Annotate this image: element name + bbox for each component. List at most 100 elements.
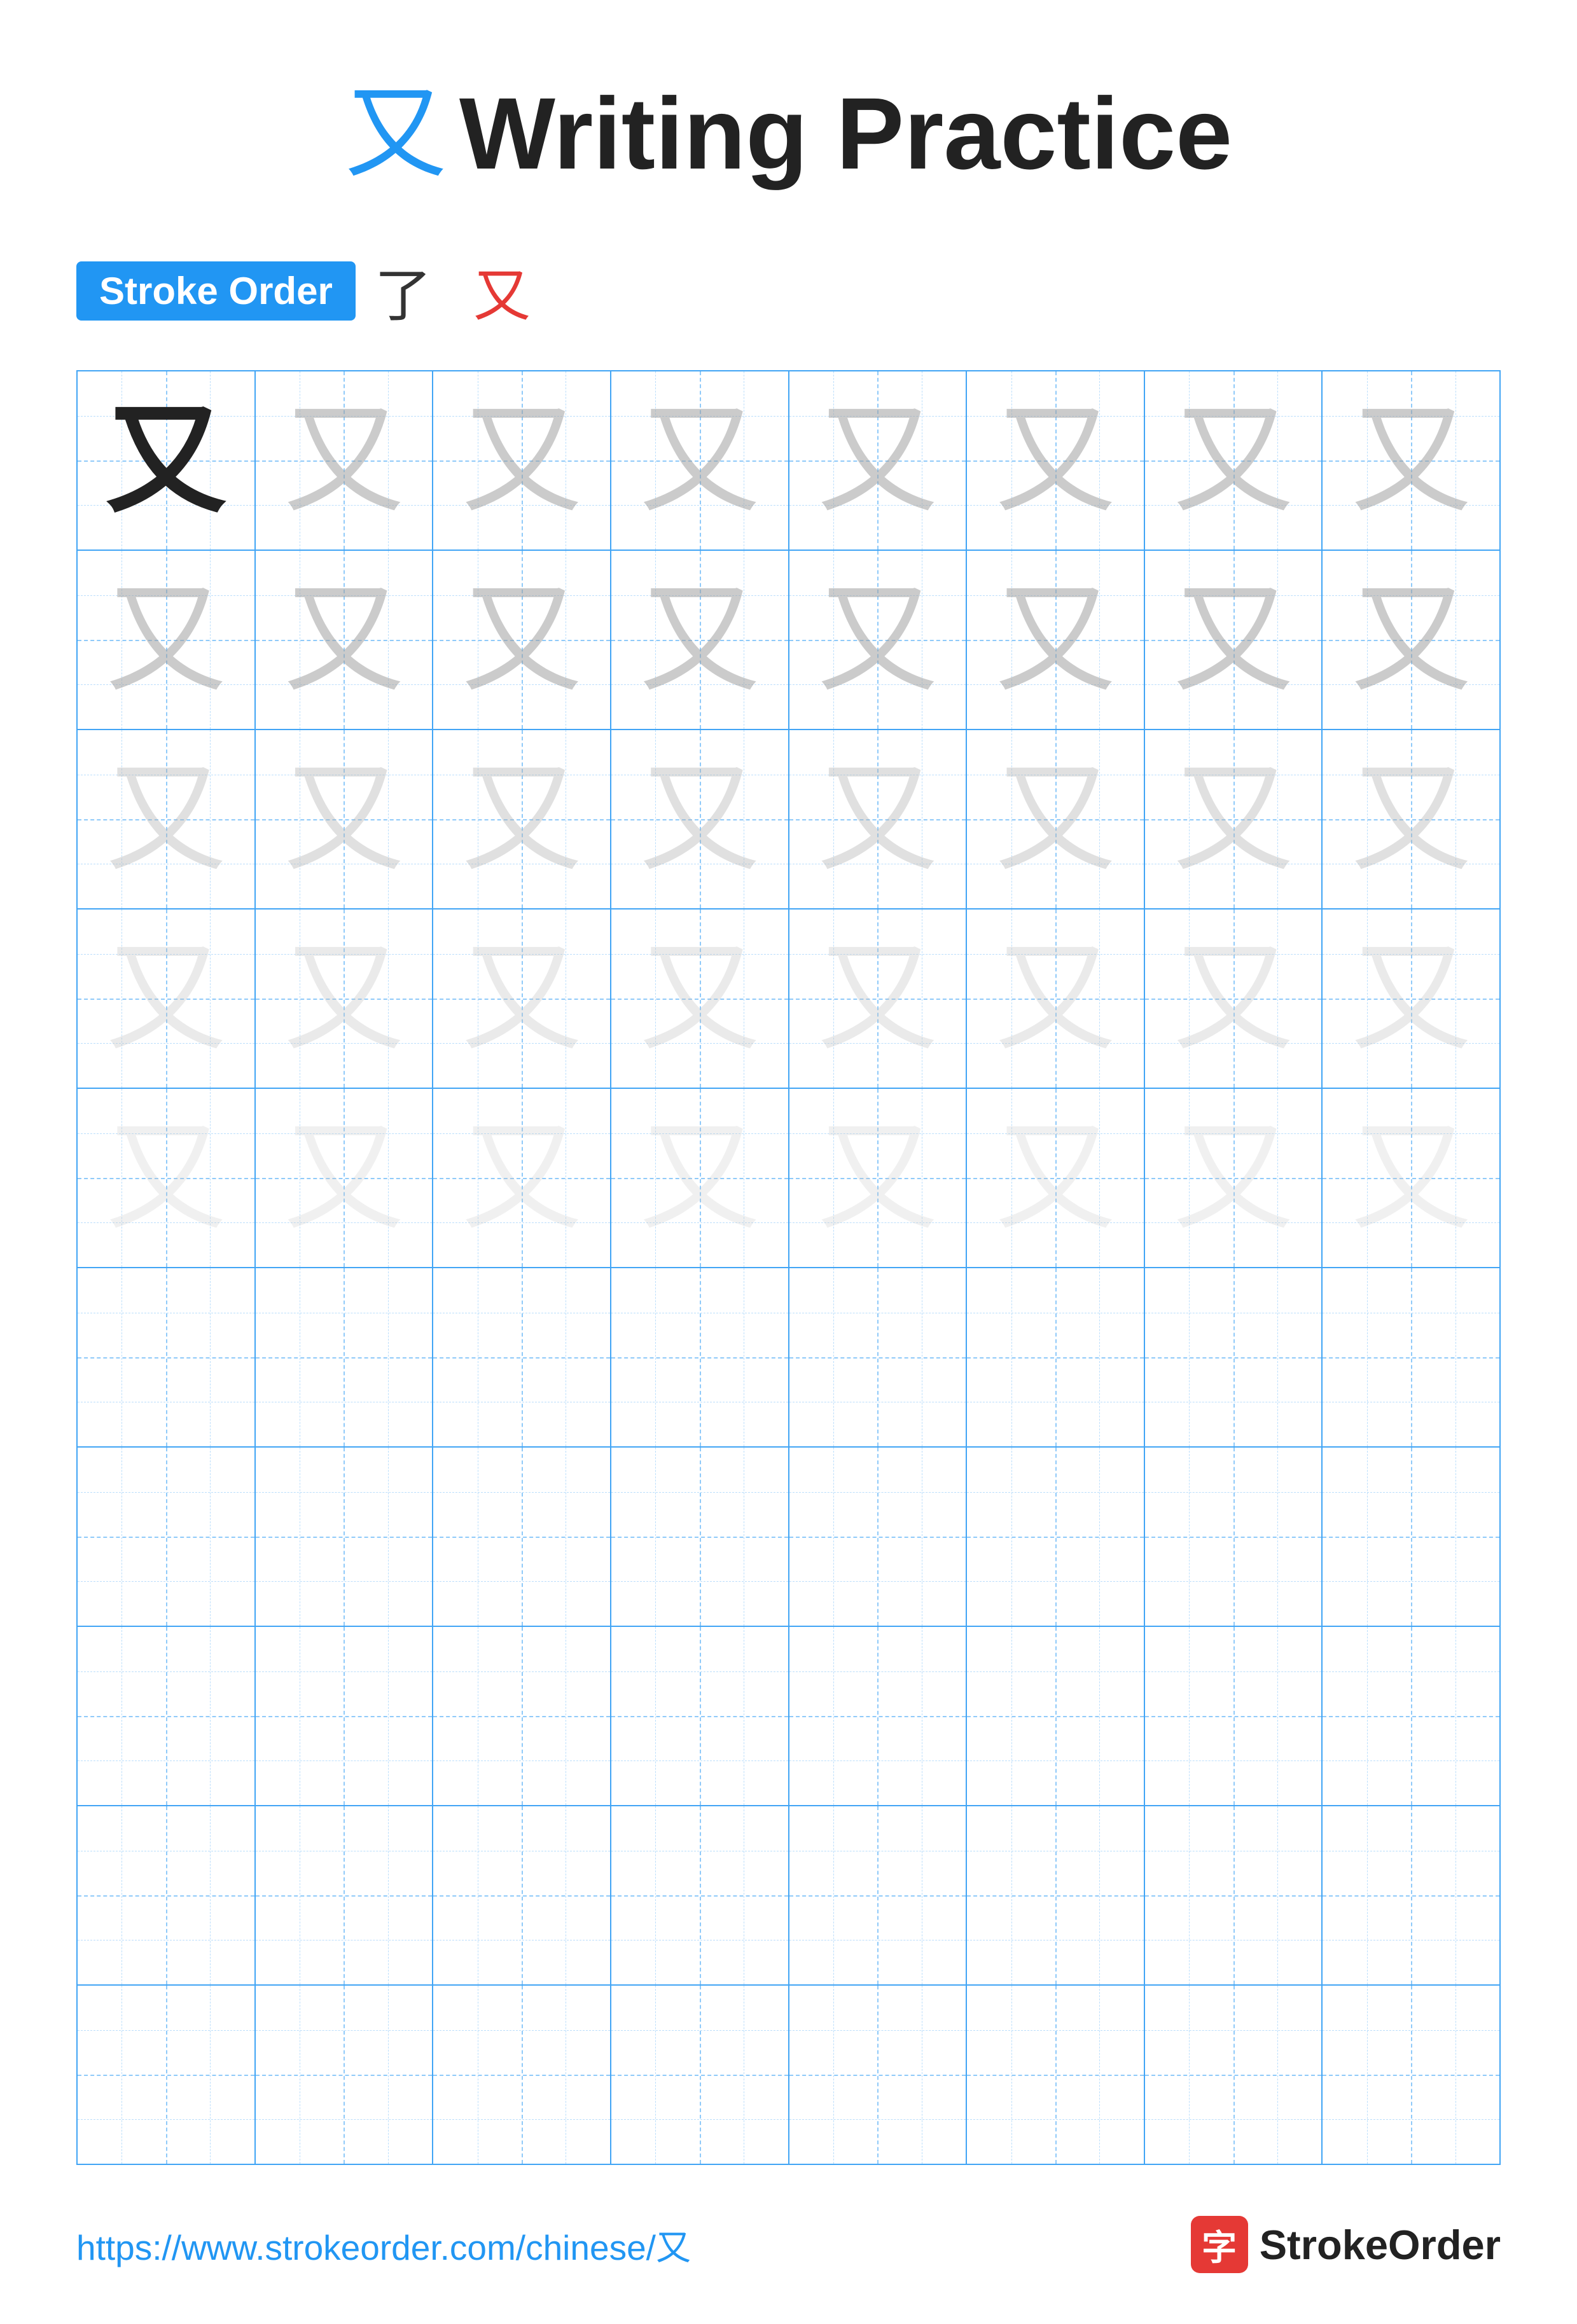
footer: https://www.strokeorder.com/chinese/又 字 … xyxy=(76,2216,1501,2273)
grid-cell[interactable] xyxy=(1145,1268,1323,1446)
grid-cell[interactable]: 又 xyxy=(256,371,434,550)
grid-cell[interactable] xyxy=(1145,1627,1323,1805)
grid-row: 又 又 又 又 又 又 又 又 xyxy=(78,551,1499,730)
grid-cell[interactable]: 又 xyxy=(78,1089,256,1267)
grid-cell[interactable]: 又 xyxy=(1145,730,1323,908)
grid-cell[interactable] xyxy=(256,1986,434,2164)
grid-cell[interactable]: 又 xyxy=(1323,1089,1499,1267)
grid-cell[interactable]: 又 xyxy=(1323,910,1499,1088)
grid-row xyxy=(78,1986,1499,2164)
practice-char: 又 xyxy=(283,1117,404,1238)
grid-cell[interactable] xyxy=(789,1627,968,1805)
grid-cell[interactable]: 又 xyxy=(611,1089,789,1267)
grid-cell[interactable]: 又 xyxy=(433,730,611,908)
grid-cell[interactable] xyxy=(611,1448,789,1626)
grid-cell[interactable]: 又 xyxy=(611,730,789,908)
grid-cell[interactable] xyxy=(611,1806,789,1984)
brand-name: StrokeOrder xyxy=(1260,2221,1501,2269)
grid-cell[interactable] xyxy=(1145,1448,1323,1626)
practice-char: 又 xyxy=(995,759,1116,880)
grid-cell[interactable]: 又 xyxy=(1145,1089,1323,1267)
grid-cell[interactable] xyxy=(611,1986,789,2164)
grid-cell[interactable] xyxy=(78,1448,256,1626)
grid-cell[interactable]: 又 xyxy=(1323,730,1499,908)
grid-cell[interactable]: 又 xyxy=(1145,371,1323,550)
practice-char: 又 xyxy=(639,1117,760,1238)
grid-cell[interactable]: 又 xyxy=(789,371,968,550)
grid-cell[interactable] xyxy=(78,1268,256,1446)
grid-cell[interactable] xyxy=(1323,1268,1499,1446)
grid-cell[interactable]: 又 xyxy=(967,1089,1145,1267)
grid-cell[interactable] xyxy=(1145,1986,1323,2164)
stroke-order-chars: 了 又 xyxy=(375,249,543,332)
grid-cell[interactable]: 又 xyxy=(433,551,611,729)
practice-char: 又 xyxy=(106,1117,226,1238)
grid-cell[interactable]: 又 xyxy=(256,730,434,908)
grid-cell[interactable] xyxy=(78,1627,256,1805)
grid-cell[interactable] xyxy=(433,1986,611,2164)
grid-cell[interactable] xyxy=(433,1268,611,1446)
grid-cell[interactable] xyxy=(611,1627,789,1805)
practice-grid: 又 又 又 又 又 又 又 又 又 又 又 又 又 又 又 又 又 又 又 又 … xyxy=(76,370,1501,2165)
grid-cell[interactable]: 又 xyxy=(78,730,256,908)
grid-cell[interactable] xyxy=(78,1806,256,1984)
footer-url[interactable]: https://www.strokeorder.com/chinese/又 xyxy=(76,2219,691,2270)
practice-char: 又 xyxy=(1173,938,1294,1059)
practice-char: 又 xyxy=(283,759,404,880)
grid-row xyxy=(78,1268,1499,1448)
grid-cell[interactable] xyxy=(256,1627,434,1805)
grid-cell[interactable]: 又 xyxy=(611,551,789,729)
practice-char: 又 xyxy=(995,579,1116,700)
grid-cell[interactable]: 又 xyxy=(789,1089,968,1267)
grid-cell[interactable]: 又 xyxy=(967,371,1145,550)
grid-cell[interactable] xyxy=(967,1986,1145,2164)
grid-cell[interactable] xyxy=(1323,1986,1499,2164)
practice-char: 又 xyxy=(1351,400,1471,521)
grid-cell[interactable] xyxy=(789,1986,968,2164)
grid-cell[interactable] xyxy=(967,1448,1145,1626)
grid-cell[interactable] xyxy=(789,1268,968,1446)
grid-cell[interactable] xyxy=(433,1806,611,1984)
grid-cell[interactable]: 又 xyxy=(967,910,1145,1088)
grid-cell[interactable]: 又 xyxy=(611,371,789,550)
grid-cell[interactable] xyxy=(967,1627,1145,1805)
grid-cell[interactable]: 又 xyxy=(256,910,434,1088)
practice-char: 又 xyxy=(1173,759,1294,880)
grid-cell[interactable] xyxy=(1323,1448,1499,1626)
grid-cell[interactable] xyxy=(433,1448,611,1626)
grid-cell[interactable]: 又 xyxy=(789,910,968,1088)
grid-cell[interactable]: 又 xyxy=(433,910,611,1088)
grid-cell[interactable]: 又 xyxy=(967,730,1145,908)
grid-cell[interactable]: 又 xyxy=(1145,551,1323,729)
grid-cell[interactable]: 又 xyxy=(1323,551,1499,729)
grid-cell[interactable]: 又 xyxy=(1323,371,1499,550)
grid-cell[interactable]: 又 xyxy=(1145,910,1323,1088)
practice-char: 又 xyxy=(461,579,582,700)
grid-cell[interactable] xyxy=(78,1986,256,2164)
grid-cell[interactable] xyxy=(967,1806,1145,1984)
grid-cell[interactable]: 又 xyxy=(78,371,256,550)
grid-cell[interactable] xyxy=(789,1806,968,1984)
grid-cell[interactable]: 又 xyxy=(256,1089,434,1267)
grid-cell[interactable]: 又 xyxy=(78,551,256,729)
grid-cell[interactable] xyxy=(1323,1627,1499,1805)
grid-cell[interactable] xyxy=(1323,1806,1499,1984)
grid-cell[interactable] xyxy=(611,1268,789,1446)
grid-cell[interactable]: 又 xyxy=(967,551,1145,729)
grid-cell[interactable]: 又 xyxy=(433,1089,611,1267)
grid-cell[interactable] xyxy=(256,1806,434,1984)
grid-cell[interactable]: 又 xyxy=(256,551,434,729)
grid-row: 又 又 又 又 又 又 又 又 xyxy=(78,910,1499,1089)
grid-cell[interactable]: 又 xyxy=(789,730,968,908)
grid-cell[interactable] xyxy=(967,1268,1145,1446)
grid-cell[interactable]: 又 xyxy=(78,910,256,1088)
grid-cell[interactable]: 又 xyxy=(611,910,789,1088)
practice-char: 又 xyxy=(639,759,760,880)
grid-cell[interactable] xyxy=(1145,1806,1323,1984)
grid-cell[interactable] xyxy=(433,1627,611,1805)
grid-cell[interactable]: 又 xyxy=(789,551,968,729)
grid-cell[interactable] xyxy=(789,1448,968,1626)
grid-cell[interactable] xyxy=(256,1268,434,1446)
grid-cell[interactable]: 又 xyxy=(433,371,611,550)
grid-cell[interactable] xyxy=(256,1448,434,1626)
